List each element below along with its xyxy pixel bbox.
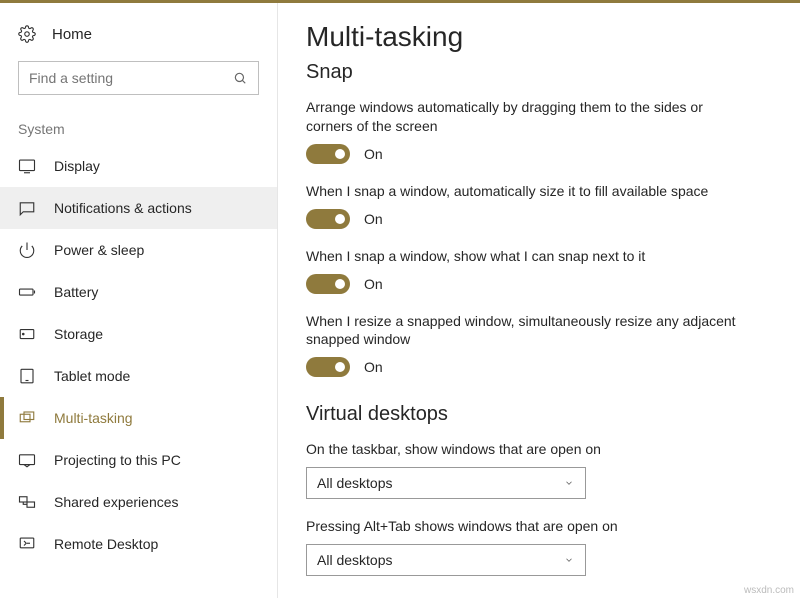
toggle-state: On	[364, 359, 383, 375]
main-panel: Multi-tasking Snap Arrange windows autom…	[278, 3, 800, 598]
sidebar-item-label: Multi-tasking	[54, 410, 133, 426]
sidebar-item-label: Power & sleep	[54, 242, 144, 258]
sidebar-item-label: Display	[54, 158, 100, 174]
setting-desc: On the taskbar, show windows that are op…	[306, 440, 736, 459]
page-title: Multi-tasking	[306, 21, 772, 53]
nav-list: Display Notifications & actions Power & …	[0, 145, 277, 565]
select-value: All desktops	[317, 552, 392, 568]
sidebar-item-label: Storage	[54, 326, 103, 342]
chevron-down-icon	[563, 477, 575, 489]
display-icon	[18, 157, 36, 175]
toggle-autosize[interactable]	[306, 209, 350, 229]
sidebar: Home System Display	[0, 3, 278, 598]
snap-heading: Snap	[306, 61, 772, 84]
setting-desc: Arrange windows automatically by draggin…	[306, 98, 736, 136]
alttab-select[interactable]: All desktops	[306, 544, 586, 576]
tablet-icon	[18, 367, 36, 385]
taskbar-select[interactable]: All desktops	[306, 467, 586, 499]
setting-desc: Pressing Alt+Tab shows windows that are …	[306, 517, 736, 536]
sidebar-item-label: Shared experiences	[54, 494, 179, 510]
setting-desc: When I resize a snapped window, simultan…	[306, 312, 736, 350]
sidebar-item-notifications[interactable]: Notifications & actions	[0, 187, 277, 229]
toggle-state: On	[364, 276, 383, 292]
setting-desc: When I snap a window, automatically size…	[306, 182, 736, 201]
sidebar-item-power[interactable]: Power & sleep	[0, 229, 277, 271]
sidebar-item-label: Projecting to this PC	[54, 452, 181, 468]
sidebar-item-display[interactable]: Display	[0, 145, 277, 187]
remote-desktop-icon	[18, 535, 36, 553]
sidebar-item-shared[interactable]: Shared experiences	[0, 481, 277, 523]
multitasking-icon	[18, 409, 36, 427]
sidebar-item-projecting[interactable]: Projecting to this PC	[0, 439, 277, 481]
virtual-heading: Virtual desktops	[306, 403, 772, 426]
notifications-icon	[18, 199, 36, 217]
storage-icon	[18, 325, 36, 343]
toggle-suggest[interactable]	[306, 274, 350, 294]
snap-setting-autosize: When I snap a window, automatically size…	[306, 182, 772, 229]
home-label: Home	[52, 26, 92, 43]
search-input[interactable]	[18, 61, 259, 95]
select-value: All desktops	[317, 475, 392, 491]
snap-setting-suggest: When I snap a window, show what I can sn…	[306, 247, 772, 294]
toggle-resize[interactable]	[306, 357, 350, 377]
sidebar-item-label: Notifications & actions	[54, 200, 192, 216]
toggle-arrange[interactable]	[306, 144, 350, 164]
sidebar-item-multitasking[interactable]: Multi-tasking	[0, 397, 277, 439]
watermark: wsxdn.com	[744, 585, 794, 596]
search-icon	[232, 70, 248, 86]
sidebar-item-tablet[interactable]: Tablet mode	[0, 355, 277, 397]
sidebar-item-label: Remote Desktop	[54, 536, 158, 552]
category-heading: System	[0, 113, 277, 145]
sidebar-item-remote[interactable]: Remote Desktop	[0, 523, 277, 565]
sidebar-item-storage[interactable]: Storage	[0, 313, 277, 355]
setting-desc: When I snap a window, show what I can sn…	[306, 247, 736, 266]
toggle-state: On	[364, 146, 383, 162]
shared-experiences-icon	[18, 493, 36, 511]
battery-icon	[18, 283, 36, 301]
power-icon	[18, 241, 36, 259]
search-field[interactable]	[29, 70, 232, 86]
projecting-icon	[18, 451, 36, 469]
toggle-state: On	[364, 211, 383, 227]
home-button[interactable]: Home	[0, 25, 277, 61]
snap-setting-arrange: Arrange windows automatically by draggin…	[306, 98, 772, 164]
chevron-down-icon	[563, 554, 575, 566]
settings-gear-icon	[18, 25, 36, 43]
virtual-taskbar-setting: On the taskbar, show windows that are op…	[306, 440, 772, 499]
virtual-alttab-setting: Pressing Alt+Tab shows windows that are …	[306, 517, 772, 576]
sidebar-item-battery[interactable]: Battery	[0, 271, 277, 313]
sidebar-item-label: Tablet mode	[54, 368, 130, 384]
sidebar-item-label: Battery	[54, 284, 98, 300]
snap-setting-resize: When I resize a snapped window, simultan…	[306, 312, 772, 378]
